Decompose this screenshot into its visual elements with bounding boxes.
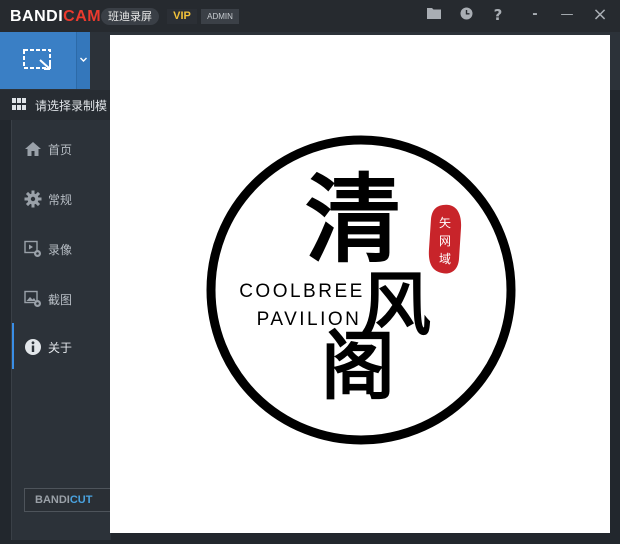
seal-char: 网 [439, 234, 451, 248]
red-seal: 矢 网 域 [428, 204, 462, 274]
mode-section-header: 请选择录制模 [0, 90, 110, 120]
logo-char-ge: 阁 [321, 324, 395, 410]
folder-icon[interactable] [423, 5, 445, 25]
sidebar-item-home[interactable]: 首页 [12, 125, 111, 171]
sidebar-item-general[interactable]: 常规 [12, 175, 111, 221]
video-gear-icon [24, 240, 41, 257]
seal-char: 域 [439, 252, 451, 266]
about-image-panel: 清 风 阁 COOLBREE PAVILION 矢 网 域 [110, 35, 610, 533]
logo-text-coolbree: COOLBREE [239, 281, 365, 302]
sidebar-item-label: 截图 [48, 293, 73, 307]
mode-dropdown-button[interactable] [76, 32, 90, 89]
screen-mode-button[interactable] [0, 32, 76, 89]
sidebar-item-video[interactable]: 录像 [12, 225, 111, 271]
sidebar-item-label: 首页 [48, 143, 73, 157]
minimize-icon[interactable]: — [556, 5, 578, 25]
sidebar: 首页 常规 录像 截图 关于 [11, 120, 111, 540]
bandicam-window: BANDICAM 班迪录屏 VIP ADMIN ? - — × 请选择录制模 首… [0, 0, 620, 544]
close-icon[interactable]: × [589, 5, 611, 25]
sidebar-item-label: 录像 [48, 243, 73, 257]
app-logo: BANDICAM [10, 8, 102, 25]
seal-char: 矢 [439, 216, 451, 230]
info-icon [25, 339, 41, 355]
home-icon [25, 142, 41, 156]
admin-badge: ADMIN [201, 9, 239, 24]
sidebar-item-label: 关于 [48, 341, 73, 355]
sidebar-item-screenshot[interactable]: 截图 [12, 275, 111, 321]
chevron-down-icon [80, 57, 87, 62]
title-bar: BANDICAM 班迪录屏 VIP ADMIN ? - — × [0, 0, 620, 32]
collapse-icon[interactable]: - [524, 5, 546, 25]
logo-text-pavilion: PAVILION [257, 309, 362, 330]
app-name-pill: 班迪录屏 [101, 8, 159, 25]
image-gear-icon [24, 290, 41, 307]
sidebar-item-label: 常规 [48, 193, 73, 207]
vip-badge: VIP [167, 9, 197, 24]
rectangle-area-icon [23, 49, 51, 70]
sidebar-item-about[interactable]: 关于 [12, 323, 113, 369]
logo-char-qing: 清 [305, 163, 401, 276]
section-label: 请选择录制模 [35, 99, 108, 113]
coolbree-pavilion-logo: 清 风 阁 COOLBREE PAVILION 矢 网 域 [206, 135, 516, 445]
clock-icon[interactable] [455, 5, 477, 25]
grid-icon [12, 98, 26, 110]
help-icon[interactable]: ? [487, 5, 509, 25]
gear-icon [24, 190, 42, 208]
